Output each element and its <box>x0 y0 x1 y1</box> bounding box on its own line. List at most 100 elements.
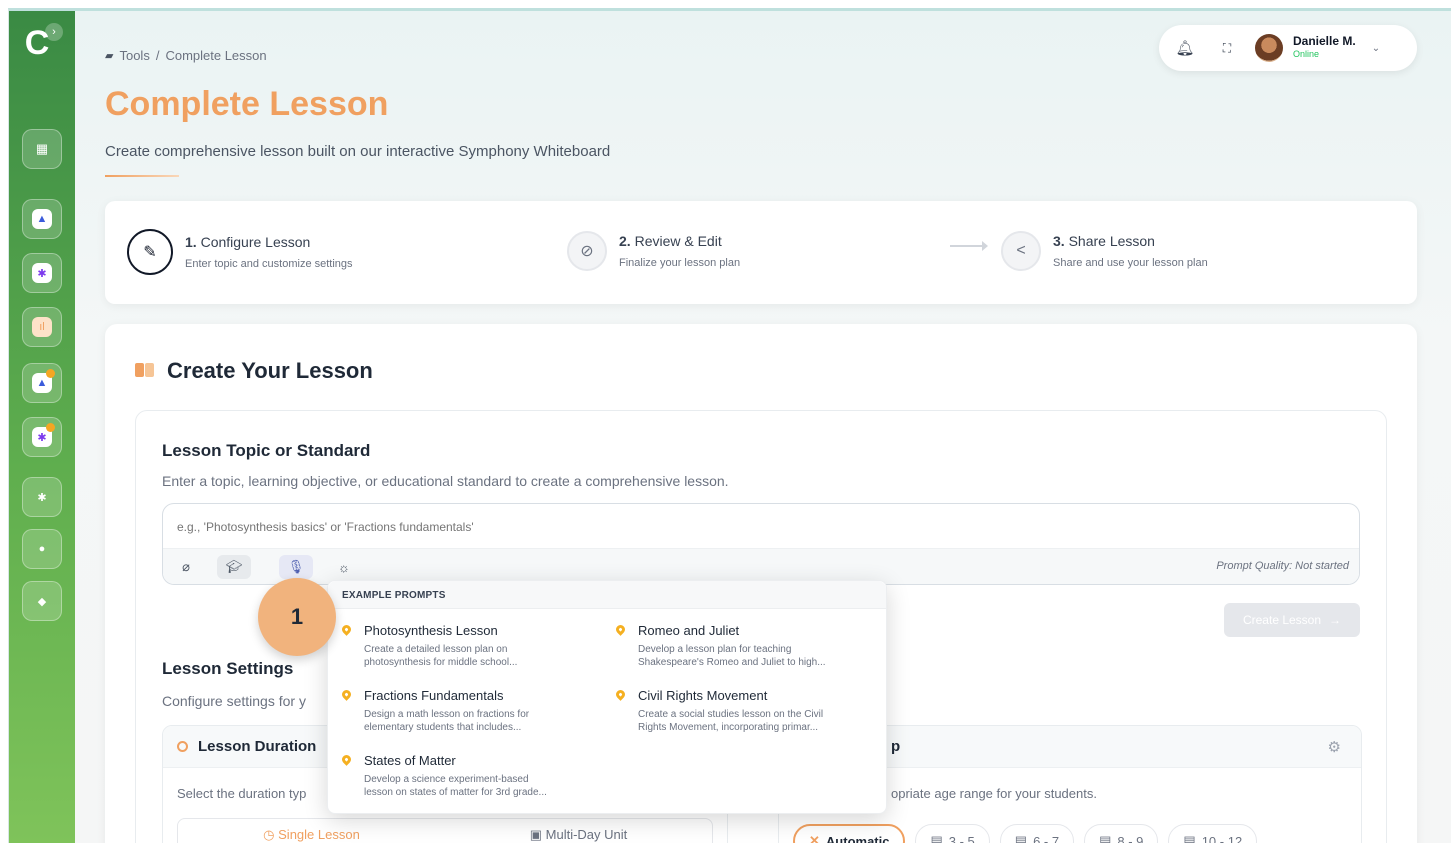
multi-day-option[interactable]: ▣ Multi-Day Unit <box>445 819 712 843</box>
grid-icon: ▦ <box>35 141 49 156</box>
dropdown-header: EXAMPLE PROMPTS <box>328 581 886 609</box>
prompt-title: Fractions Fundamentals <box>364 688 504 703</box>
age-chip-8-9[interactable]: ▤ 8 - 9 <box>1084 824 1159 843</box>
age-chip-label: 3 - 5 <box>948 833 975 843</box>
calendar-icon: ▤ <box>1099 833 1112 843</box>
breadcrumb-current: Complete Lesson <box>165 48 267 63</box>
sidebar-item-1[interactable]: ▲ <box>22 199 62 239</box>
step-3-title: Share Lesson <box>1068 233 1155 249</box>
sidebar-item-6[interactable]: ✱ <box>22 477 62 517</box>
sidebar-item-7[interactable]: ● <box>22 529 62 569</box>
prompt-desc-line-1: Design a math lesson on fractions for <box>364 709 530 720</box>
prompt-title: Civil Rights Movement <box>638 688 768 703</box>
breadcrumb-tools[interactable]: Tools <box>119 48 149 63</box>
step-configure[interactable]: ✎ 1. Configure Lesson Enter topic and cu… <box>127 229 353 275</box>
single-lesson-option[interactable]: ◷ Single Lesson <box>178 819 445 843</box>
pencil-icon: ✎ <box>127 229 173 275</box>
sidebar-item-5[interactable]: ✱ <box>22 417 62 457</box>
prompt-title: Photosynthesis Lesson <box>364 623 498 638</box>
prompt-desc-line-2: elementary students that includes... <box>364 722 522 733</box>
create-lesson-button[interactable]: Create Lesson → <box>1224 603 1360 637</box>
prompt-desc: Develop a lesson plan for teaching Shakes… <box>638 643 826 669</box>
sidebar-item-2[interactable]: ✱ <box>22 253 62 293</box>
prompt-photosynthesis[interactable]: Photosynthesis Lesson Create a detailed … <box>342 623 582 669</box>
user-menu[interactable]: Danielle M. Online <box>1293 35 1356 61</box>
age-chip-automatic[interactable]: ✕ Automatic <box>793 824 906 843</box>
puzzle-icon: ✱ <box>37 491 47 504</box>
multi-day-label: Multi-Day Unit <box>545 827 628 842</box>
topic-toolbar: ⌀ 🎓︎ 🎙︎ ☼ Prompt Quality: Not started <box>163 548 1359 584</box>
arrow-right-icon: → <box>1329 613 1342 627</box>
prompt-desc-line-2: lesson on states of matter for 3rd grade… <box>364 787 547 798</box>
step-2-desc: Finalize your lesson plan <box>619 257 741 269</box>
lightbulb-icon: ● <box>38 543 46 555</box>
user-bar: 🔔︎ ⛶ Danielle M. Online ⌄ <box>1159 25 1417 71</box>
step-1-desc: Enter topic and customize settings <box>185 258 353 270</box>
calendar-icon: ▤ <box>1183 833 1196 843</box>
sparkle-icon: ✕ <box>809 833 820 843</box>
topic-input[interactable] <box>177 516 1277 538</box>
chart-icon: ıl <box>32 317 52 337</box>
pin-icon <box>342 688 354 734</box>
prompt-civil-rights[interactable]: Civil Rights Movement Create a social st… <box>616 688 878 734</box>
gear-icon[interactable]: ⚙ <box>1328 738 1341 756</box>
step-3-number: 3. <box>1053 233 1065 249</box>
step-1-number: 1. <box>185 234 197 250</box>
sidebar-item-apps[interactable]: ▦ <box>22 129 62 169</box>
settings-label: Lesson Settings <box>162 659 294 678</box>
pin-icon <box>616 688 628 734</box>
puzzle-icon: ✱ <box>32 263 52 283</box>
attach-icon[interactable]: ⌀ <box>169 555 203 579</box>
sidebar: C › ▦ ▲ ✱ ıl ▲ ✱ ✱ ● ◆ <box>9 11 75 843</box>
notification-dot <box>46 369 55 378</box>
prompt-desc-line-2: photosynthesis for middle school... <box>364 657 518 668</box>
breadcrumb: ▰ Tools / Complete Lesson <box>105 48 267 63</box>
arrow-right-icon <box>950 241 988 251</box>
prompt-states-of-matter[interactable]: States of Matter Develop a science exper… <box>342 753 582 799</box>
step-review[interactable]: ⊘ 2. Review & Edit Finalize your lesson … <box>567 231 740 271</box>
prompt-desc-line-2: Rights Movement, incorporating primar... <box>638 722 819 733</box>
age-chip-6-7[interactable]: ▤ 6 - 7 <box>999 824 1075 843</box>
notification-dot <box>46 423 55 432</box>
graduation-cap-icon[interactable]: 🎓︎ <box>217 555 251 579</box>
breadcrumb-separator: / <box>155 48 160 63</box>
prompt-fractions[interactable]: Fractions Fundamentals Design a math les… <box>342 688 582 734</box>
prompt-desc: Create a social studies lesson on the Ci… <box>638 708 823 734</box>
tag-icon: ◆ <box>37 595 47 608</box>
expand-sidebar-icon[interactable]: › <box>45 23 63 41</box>
lightbulb-icon[interactable]: ☼ <box>327 555 361 579</box>
clock-icon: ◷ <box>263 827 279 842</box>
calendar-icon: ▣ <box>529 827 546 842</box>
sidebar-item-3[interactable]: ıl <box>22 307 62 347</box>
settings-help: Configure settings for y <box>162 693 306 709</box>
create-title: Create Your Lesson <box>135 358 373 384</box>
pin-icon <box>342 753 354 799</box>
example-prompts-dropdown: EXAMPLE PROMPTS Photosynthesis Lesson Cr… <box>327 580 887 814</box>
prompt-title: States of Matter <box>364 753 456 768</box>
chevron-down-icon[interactable]: ⌄ <box>1372 43 1380 54</box>
calendar-icon: ▤ <box>1014 833 1028 843</box>
page-subtitle: Create comprehensive lesson built on our… <box>105 143 611 160</box>
avatar[interactable] <box>1255 34 1283 62</box>
age-chip-3-5[interactable]: ▤ 3 - 5 <box>915 824 990 843</box>
fullscreen-icon[interactable]: ⛶ <box>1215 41 1239 56</box>
step-share[interactable]: < 3. Share Lesson Share and use your les… <box>1001 231 1208 271</box>
duration-title: Lesson Duration <box>198 738 317 755</box>
prompt-desc: Create a detailed lesson plan on photosyn… <box>364 643 517 669</box>
age-chip-10-12[interactable]: ▤ 10 - 12 <box>1168 824 1258 843</box>
age-chip-label: 6 - 7 <box>1033 833 1060 843</box>
age-title: p <box>891 738 901 755</box>
microphone-icon[interactable]: 🎙︎ <box>279 555 313 579</box>
prompt-desc-line-1: Develop a science experiment-based <box>364 774 529 785</box>
user-status: Online <box>1293 49 1320 59</box>
user-name: Danielle M. <box>1293 34 1356 48</box>
bell-icon[interactable]: 🔔︎ <box>1173 39 1197 57</box>
tools-icon: ▰ <box>105 50 114 62</box>
sidebar-item-4[interactable]: ▲ <box>22 363 62 403</box>
prompt-romeo-juliet[interactable]: Romeo and Juliet Develop a lesson plan f… <box>616 623 878 669</box>
title-underline <box>105 175 179 177</box>
age-help: opriate age range for your students. <box>891 786 1097 801</box>
sidebar-item-8[interactable]: ◆ <box>22 581 62 621</box>
single-lesson-label: Single Lesson <box>278 827 360 842</box>
create-lesson-label: Create Lesson <box>1242 613 1322 627</box>
